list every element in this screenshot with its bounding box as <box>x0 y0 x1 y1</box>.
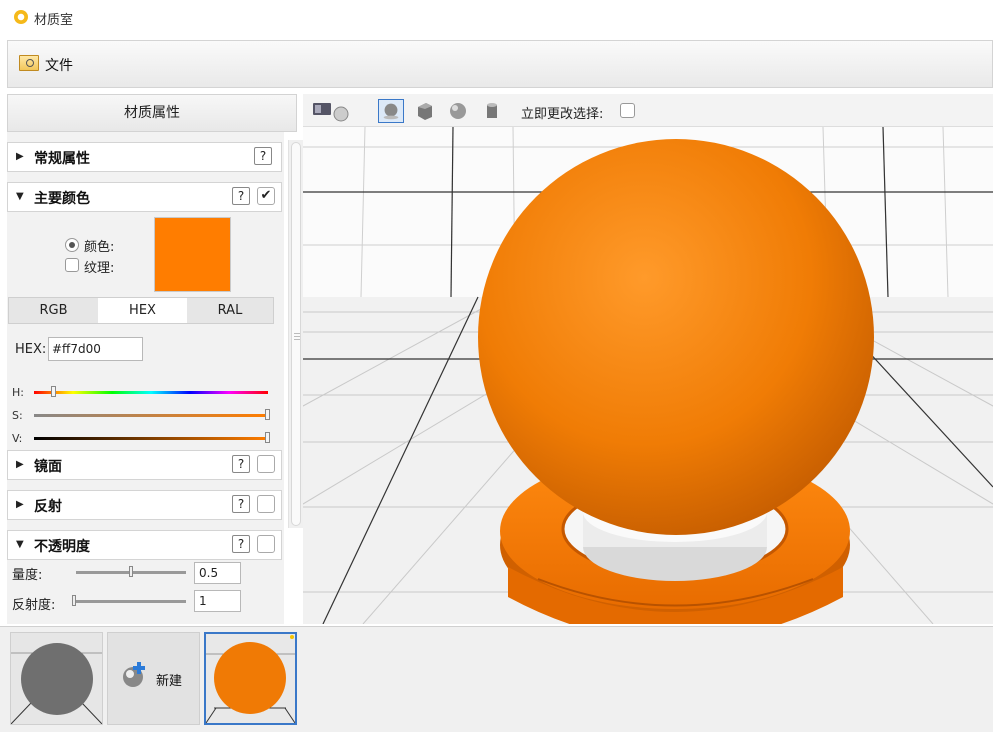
section-main-color[interactable]: ▼ 主要颜色 ? ✔ <box>7 182 282 212</box>
amount-slider-handle[interactable] <box>129 566 133 577</box>
tab-hex[interactable]: HEX <box>98 298 187 323</box>
collapse-arrow-icon: ▼ <box>16 191 24 202</box>
main-color-enabled-checkbox[interactable]: ✔ <box>257 187 275 205</box>
reflection-enabled-checkbox[interactable] <box>257 495 275 513</box>
help-button[interactable]: ? <box>232 455 250 473</box>
cylinder-icon[interactable] <box>482 99 502 123</box>
viewport-toolbar <box>303 94 993 127</box>
section-general-label: 常规属性 <box>34 151 90 167</box>
reflectivity-slider[interactable] <box>73 600 186 603</box>
hue-label: H: <box>12 386 24 399</box>
specular-enabled-checkbox[interactable] <box>257 455 275 473</box>
value-label: V: <box>12 432 23 445</box>
section-opacity-label: 不透明度 <box>34 539 90 555</box>
amount-label: 量度: <box>12 568 43 583</box>
cube-icon[interactable] <box>414 99 436 123</box>
help-button[interactable]: ? <box>232 495 250 513</box>
section-general[interactable]: ▶ 常规属性 ? <box>7 142 282 172</box>
help-button[interactable]: ? <box>232 535 250 553</box>
value-slider[interactable] <box>34 437 268 440</box>
3d-preview-viewport[interactable] <box>303 127 993 624</box>
tab-ral[interactable]: RAL <box>187 298 273 323</box>
scrollbar-thumb[interactable] <box>291 142 301 526</box>
panel-header: 材质属性 <box>7 94 297 132</box>
sphere-on-floor-icon[interactable] <box>378 99 404 123</box>
hex-label: HEX: <box>15 342 47 357</box>
color-swatch[interactable] <box>154 217 231 292</box>
color-mode-tabs: RGB HEX RAL <box>8 297 274 324</box>
section-specular-label: 镜面 <box>34 459 62 475</box>
help-button[interactable]: ? <box>232 187 250 205</box>
hue-slider-handle[interactable] <box>50 386 56 397</box>
properties-scrollbar[interactable] <box>288 140 303 528</box>
scroll-grip-icon <box>294 333 300 341</box>
apply-selection-label: 立即更改选择: <box>521 107 604 122</box>
value-slider-handle[interactable] <box>265 432 270 443</box>
file-menu[interactable]: 文件 <box>45 55 73 75</box>
collapse-arrow-icon: ▼ <box>16 539 24 550</box>
expand-arrow-icon: ▶ <box>16 499 24 510</box>
saturation-label: S: <box>12 409 23 422</box>
section-opacity[interactable]: ▼ 不透明度 ? <box>7 530 282 560</box>
hue-slider[interactable] <box>34 391 268 394</box>
new-material-button[interactable] <box>107 632 200 725</box>
title-bar: 材质室 <box>0 0 993 34</box>
section-specular[interactable]: ▶ 镜面 ? <box>7 450 282 480</box>
window-title: 材质室 <box>34 13 74 28</box>
section-reflection-label: 反射 <box>34 499 62 515</box>
apply-selection-checkbox[interactable] <box>620 103 635 118</box>
expand-arrow-icon: ▶ <box>16 459 24 470</box>
sphere-icon[interactable] <box>447 99 469 123</box>
reflectivity-input[interactable]: 1 <box>194 590 241 612</box>
app-logo-icon <box>14 10 28 24</box>
tab-rgb[interactable]: RGB <box>9 298 98 323</box>
help-button[interactable]: ? <box>254 147 272 165</box>
hex-input[interactable]: #ff7d00 <box>48 337 143 361</box>
new-material-label[interactable]: 新建 <box>156 670 182 689</box>
expand-arrow-icon: ▶ <box>16 151 24 162</box>
saturation-slider[interactable] <box>34 414 268 417</box>
reflectivity-slider-handle[interactable] <box>72 595 76 606</box>
texture-label: 纹理: <box>84 261 115 276</box>
reflectivity-label: 反射度: <box>12 598 56 613</box>
new-sphere-icon <box>123 662 145 687</box>
section-reflection[interactable]: ▶ 反射 ? <box>7 490 282 520</box>
saturation-slider-handle[interactable] <box>265 409 270 420</box>
material-thumbnail-gray[interactable] <box>10 632 103 725</box>
opacity-enabled-checkbox[interactable] <box>257 535 275 553</box>
color-radio[interactable] <box>65 238 79 252</box>
color-radio-label: 颜色: <box>84 240 115 255</box>
texture-checkbox[interactable] <box>65 258 79 272</box>
material-thumbnail-orange-selected[interactable] <box>204 632 297 725</box>
amount-input[interactable]: 0.5 <box>194 562 241 584</box>
menu-bar: 文件 <box>7 40 993 88</box>
section-main-color-label: 主要颜色 <box>34 191 90 207</box>
file-menu-icon[interactable] <box>19 55 39 71</box>
camera-scene-icon[interactable] <box>311 99 351 123</box>
